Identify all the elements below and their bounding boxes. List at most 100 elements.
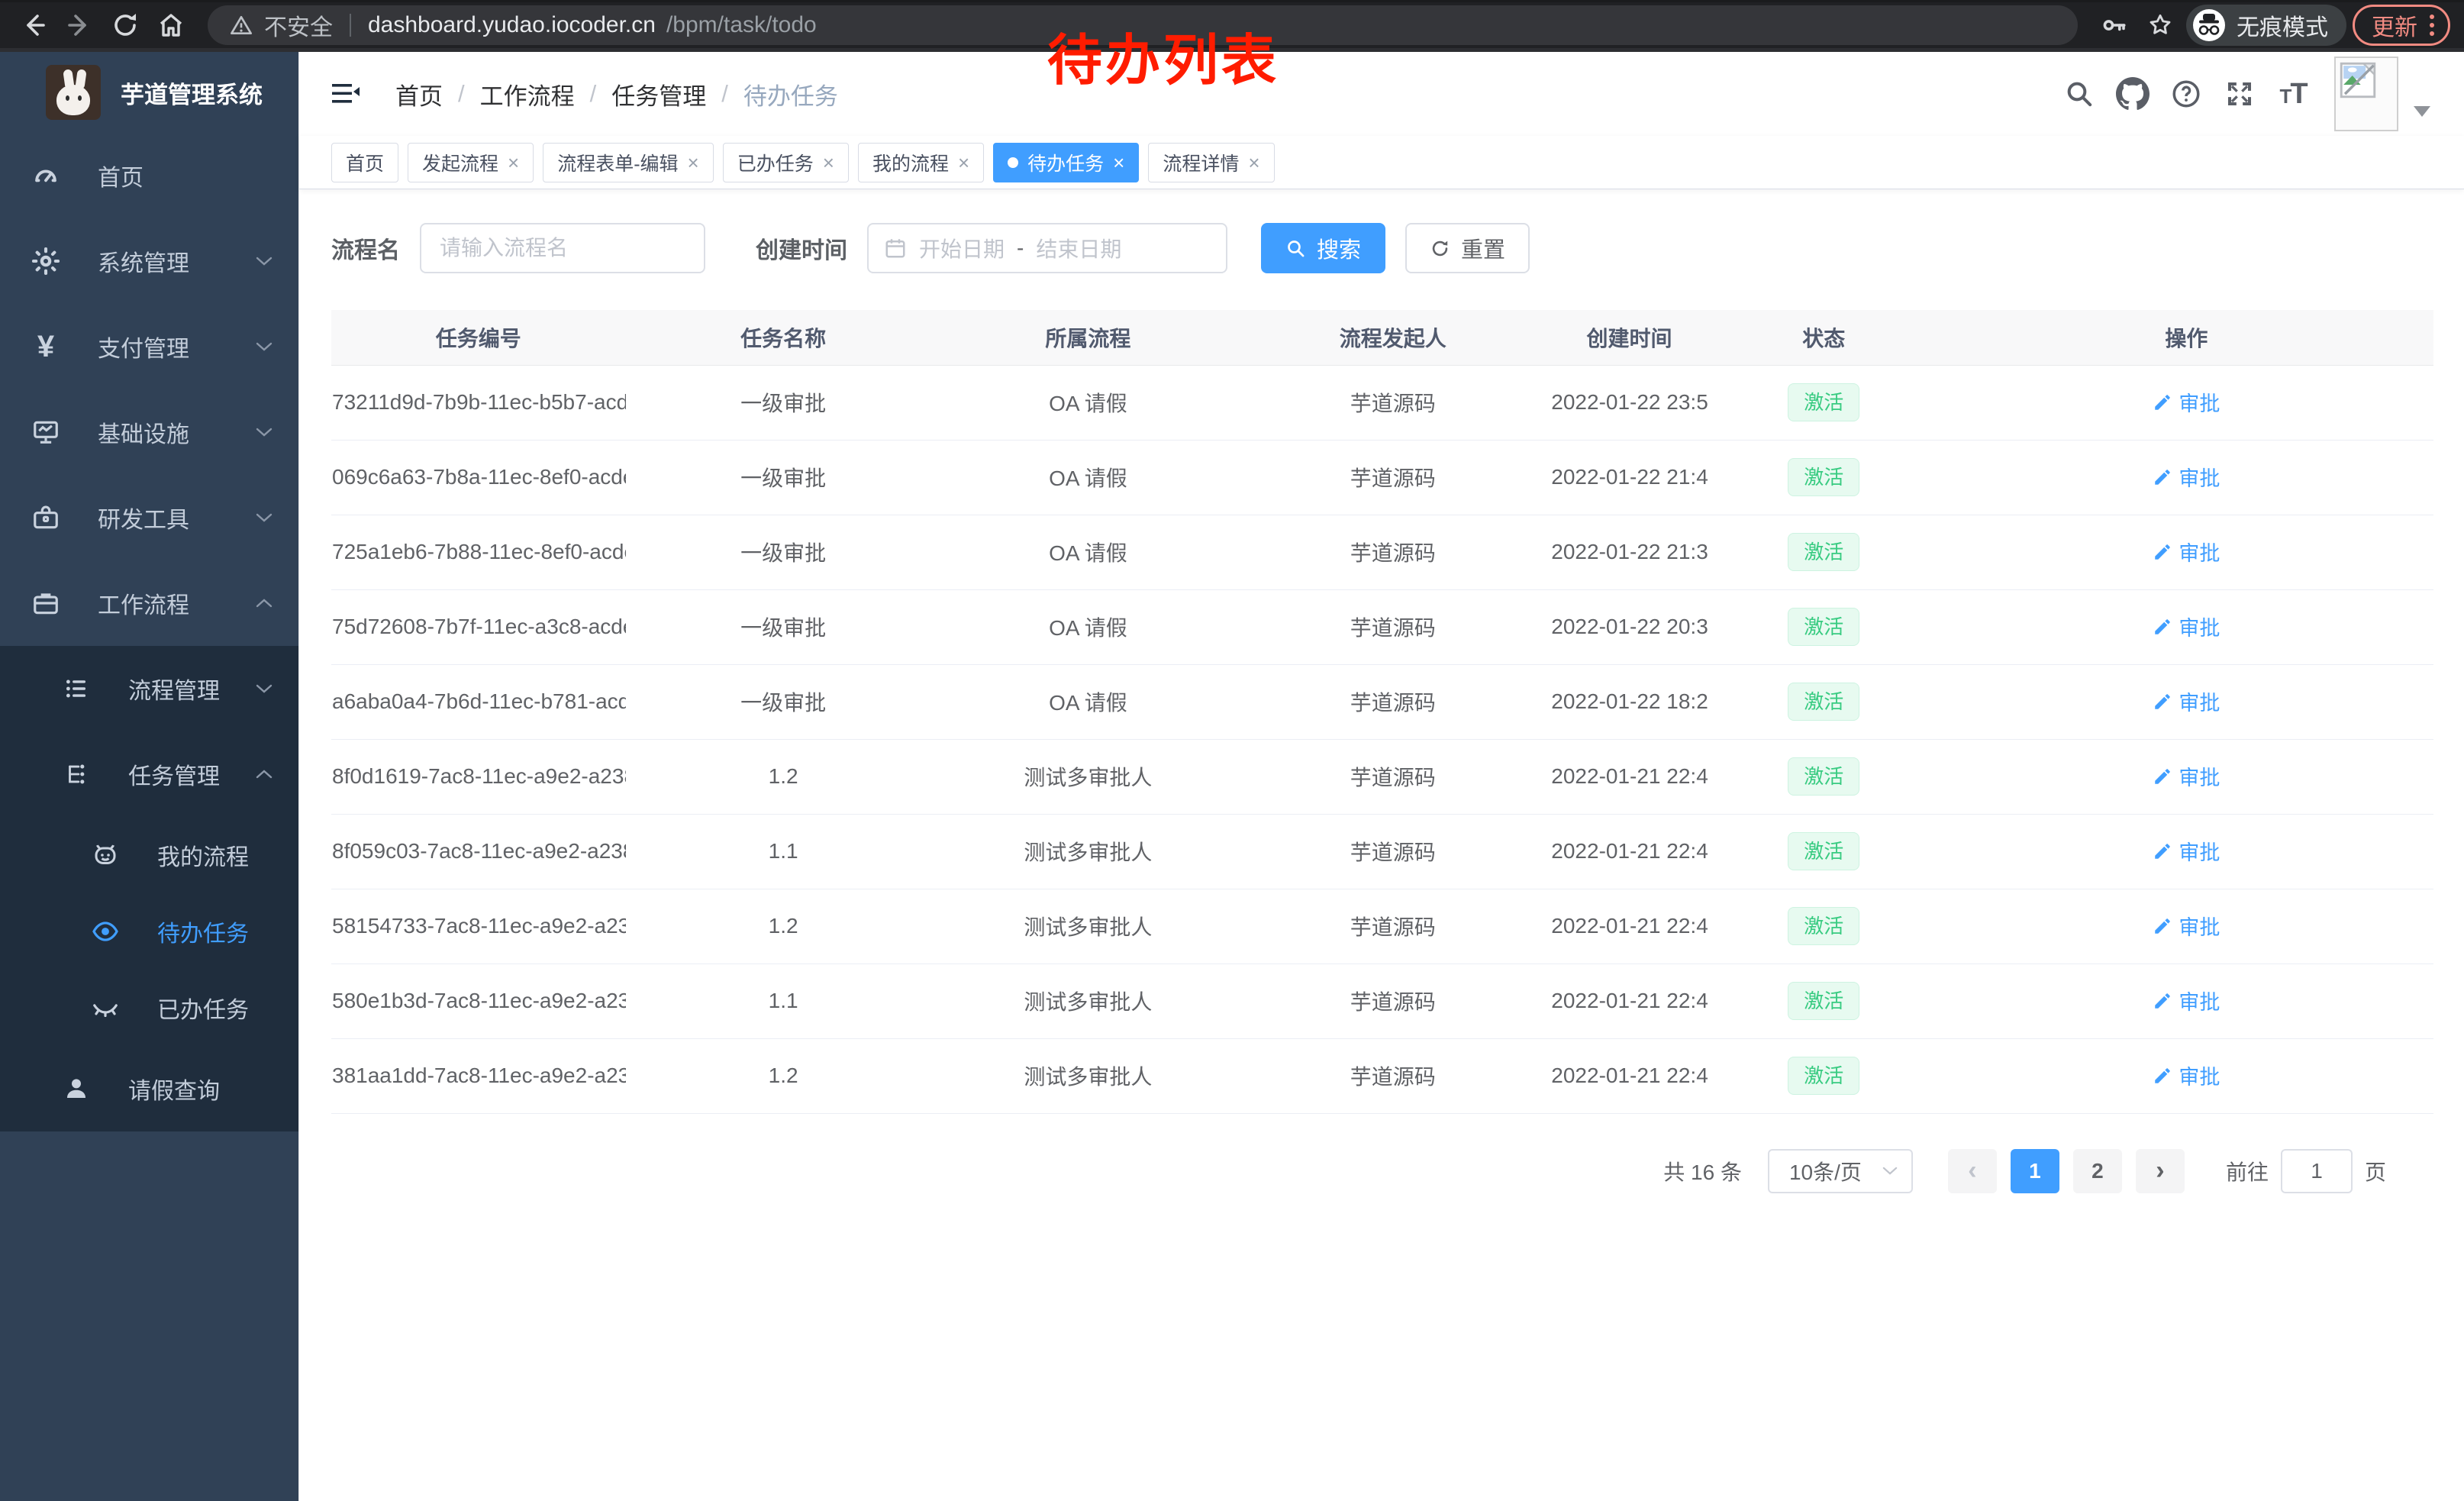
tab[interactable]: 待办任务 × <box>993 143 1139 182</box>
sidebar-item-task-management[interactable]: 任务管理 <box>0 731 298 817</box>
sidebar-collapse-button[interactable] <box>325 74 365 114</box>
table-header-cell: 任务名称 <box>626 310 941 365</box>
sidebar-item-devtools[interactable]: 研发工具 <box>0 475 298 560</box>
avatar-caret-icon[interactable] <box>2414 106 2430 117</box>
fullscreen-button[interactable] <box>2218 73 2261 115</box>
page-size-select[interactable]: 10条/页 <box>1768 1149 1913 1193</box>
table-header-cell: 流程发起人 <box>1235 310 1550 365</box>
process-name-input[interactable] <box>420 223 705 273</box>
question-circle-icon <box>2170 78 2202 110</box>
approve-link[interactable]: 审批 <box>2153 387 2220 417</box>
cell-process: OA 请假 <box>941 589 1236 664</box>
status-badge: 激活 <box>1788 982 1859 1021</box>
approve-link[interactable]: 审批 <box>2153 612 2220 641</box>
sidebar-item-todo-task[interactable]: 待办任务 <box>0 893 298 970</box>
tab[interactable]: 首页 <box>331 143 398 182</box>
approve-link[interactable]: 审批 <box>2153 761 2220 791</box>
table-header-cell: 状态 <box>1708 310 1940 365</box>
browser-menu-icon[interactable] <box>2430 15 2434 36</box>
tab[interactable]: 我的流程 × <box>858 143 984 182</box>
approve-link[interactable]: 审批 <box>2153 462 2220 492</box>
chevron-down-icon <box>256 341 273 352</box>
avatar[interactable] <box>2334 56 2398 131</box>
table-row: 75d72608-7b7f-11ec-a3c8-acde48001122 一级审… <box>331 589 2433 664</box>
password-key-button[interactable] <box>2095 5 2134 45</box>
breadcrumb-item[interactable]: 首页 <box>395 77 443 111</box>
browser-home-button[interactable] <box>151 5 191 45</box>
approve-link[interactable]: 审批 <box>2153 836 2220 866</box>
approve-link[interactable]: 审批 <box>2153 537 2220 567</box>
breadcrumb-item[interactable]: 工作流程 <box>480 77 575 111</box>
tab-label: 首页 <box>346 149 384 176</box>
font-size-button[interactable]: TT <box>2272 73 2314 115</box>
key-icon <box>2101 11 2128 39</box>
address-bar[interactable]: 不安全 dashboard.yudao.iocoder.cn/bpm/task/… <box>208 5 2078 45</box>
page-button-1[interactable]: 1 <box>2011 1149 2059 1193</box>
github-link[interactable] <box>2111 73 2154 115</box>
sidebar-item-home[interactable]: 首页 <box>0 133 298 218</box>
tab-bar: 首页 发起流程 × 流程表单-编辑 × <box>299 136 2464 189</box>
next-page-button[interactable]: › <box>2136 1149 2185 1193</box>
sidebar-item-process-management[interactable]: 流程管理 <box>0 646 298 731</box>
table-row: 580e1b3d-7ac8-11ec-a9e2-a2380e71991a 1.1… <box>331 964 2433 1038</box>
status-badge: 激活 <box>1788 907 1859 946</box>
sidebar-item-label: 流程管理 <box>128 672 256 705</box>
active-dot-icon <box>1008 157 1018 168</box>
sidebar-item-workflow[interactable]: 工作流程 <box>0 560 298 646</box>
cell-starter: 芋道源码 <box>1235 814 1550 889</box>
close-icon[interactable]: × <box>688 153 699 173</box>
app-logo-row[interactable]: 芋道管理系统 <box>0 52 298 133</box>
browser-back-button[interactable] <box>14 5 53 45</box>
cell-process: 测试多审批人 <box>941 814 1236 889</box>
browser-forward-button[interactable] <box>60 5 99 45</box>
breadcrumb-item[interactable]: 任务管理 <box>611 77 706 111</box>
tab[interactable]: 已办任务 × <box>723 143 849 182</box>
chevron-down-icon <box>256 256 273 266</box>
close-icon[interactable]: × <box>508 153 519 173</box>
sidebar-item-infrastructure[interactable]: 基础设施 <box>0 389 298 475</box>
cell-created: 2022-01-22 20:33:10 <box>1550 589 1708 664</box>
page-button-2[interactable]: 2 <box>2073 1149 2122 1193</box>
approve-link[interactable]: 审批 <box>2153 911 2220 941</box>
approve-link[interactable]: 审批 <box>2153 986 2220 1015</box>
tab[interactable]: 流程详情 × <box>1148 143 1274 182</box>
prev-page-button[interactable]: ‹ <box>1948 1149 1997 1193</box>
close-icon[interactable]: × <box>823 153 834 173</box>
date-range-picker[interactable]: 开始日期 - 结束日期 <box>867 223 1227 273</box>
approve-link[interactable]: 审批 <box>2153 1060 2220 1090</box>
sidebar-item-done-task[interactable]: 已办任务 <box>0 970 298 1046</box>
table-row: 381aa1dd-7ac8-11ec-a9e2-a2380e71991a 1.2… <box>331 1038 2433 1113</box>
cell-process: OA 请假 <box>941 365 1236 440</box>
sidebar-item-leave-query[interactable]: 请假查询 <box>0 1046 298 1131</box>
cell-process: 测试多审批人 <box>941 889 1236 964</box>
forward-arrow-icon <box>64 10 95 40</box>
browser-reload-button[interactable] <box>105 5 145 45</box>
status-badge: 激活 <box>1788 533 1859 572</box>
workflow-submenu: 流程管理 任务管理 我的流程 <box>0 646 298 1131</box>
search-button[interactable]: 搜索 <box>1261 223 1385 273</box>
sidebar-item-payment[interactable]: ¥ 支付管理 <box>0 304 298 389</box>
approve-link[interactable]: 审批 <box>2153 686 2220 716</box>
url-host: dashboard.yudao.iocoder.cn <box>368 12 656 38</box>
tab[interactable]: 流程表单-编辑 × <box>543 143 714 182</box>
close-icon[interactable]: × <box>1113 153 1124 173</box>
approve-link-label: 审批 <box>2179 986 2220 1015</box>
sidebar-item-label: 待办任务 <box>157 915 273 948</box>
close-icon[interactable]: × <box>1248 153 1259 173</box>
sidebar-item-system[interactable]: 系统管理 <box>0 218 298 304</box>
sidebar-item-my-process[interactable]: 我的流程 <box>0 817 298 893</box>
bookmark-star-button[interactable] <box>2140 5 2180 45</box>
reset-button[interactable]: 重置 <box>1405 223 1530 273</box>
close-icon[interactable]: × <box>958 153 969 173</box>
goto-page-input[interactable] <box>2281 1149 2353 1193</box>
sidebar-item-label: 系统管理 <box>98 244 256 278</box>
chevron-up-icon <box>256 598 273 608</box>
app-header: 首页 / 工作流程 / 任务管理 / 待办任务 <box>299 52 2464 136</box>
header-search-button[interactable] <box>2058 73 2101 115</box>
cell-starter: 芋道源码 <box>1235 365 1550 440</box>
cell-process: 测试多审批人 <box>941 739 1236 814</box>
help-button[interactable] <box>2165 73 2208 115</box>
tab[interactable]: 发起流程 × <box>408 143 534 182</box>
browser-update-button[interactable]: 更新 <box>2353 5 2450 46</box>
pen-icon <box>2153 692 2172 712</box>
